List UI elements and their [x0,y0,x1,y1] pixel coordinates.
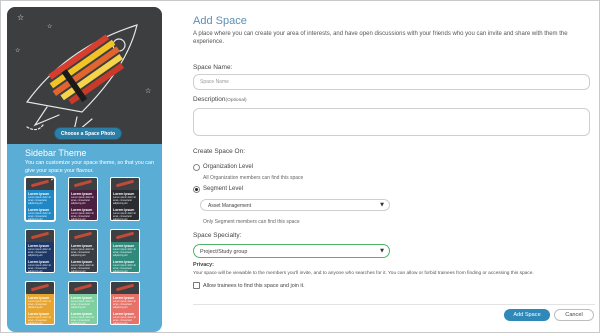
theme-text: Lorem ipsum dolor sit amet, consectetur … [71,196,94,205]
theme-text: Lorem ipsum dolor sit amet, consectetur … [113,248,136,257]
star-icon: ☆ [17,13,25,22]
choose-photo-button[interactable]: Choose a Space Photo [54,127,122,140]
segment-level-radio[interactable] [193,186,200,193]
specialty-select-value: Project/Study group [200,249,248,255]
theme-text: Lorem ipsum dolor sit amet, consectetur … [28,196,51,205]
allow-trainees-label: Allow trainees to find this space and jo… [203,283,305,289]
theme-preview: Lorem ipsum Lorem ipsum dolor sit amet, c… [69,294,97,325]
theme-thumbnail [111,230,139,242]
chevron-down-icon: ▼ [380,248,384,254]
page-subtitle: A place where you can create your area o… [193,31,568,45]
add-space-button[interactable]: Add Space [504,309,550,321]
org-level-radio[interactable] [193,164,200,171]
theme-preview: Lorem ipsum Lorem ipsum dolor sit amet, c… [26,190,54,221]
segment-select-value: Asset Management [208,203,252,209]
description-textarea[interactable] [193,108,590,136]
add-space-dialog: ☆ ☆ ☆ ☆ Choose a Space Photo Sidebar The… [0,0,600,333]
space-photo: ☆ ☆ ☆ ☆ Choose a Space Photo [7,7,162,144]
theme-preview: Lorem ipsum Lorem ipsum dolor sit amet, c… [69,190,97,221]
description-label: Description(Optional) [193,96,247,103]
theme-thumbnail [69,282,97,294]
theme-option[interactable]: Lorem ipsum Lorem ipsum dolor sit amet, c… [110,229,140,273]
specialty-label: Space Specialty: [193,232,242,239]
star-icon: ☆ [15,47,21,54]
segment-hint: Only Segment members can find this space [203,219,300,225]
theme-option[interactable]: Lorem ipsum Lorem ipsum dolor sit amet, c… [68,281,98,325]
segment-level-label: Segment Level [203,186,244,192]
org-level-label: Organization Level [203,164,254,170]
privacy-label: Privacy: [193,262,214,268]
allow-trainees-checkbox[interactable] [193,282,200,289]
theme-option[interactable]: Lorem ipsum Lorem ipsum dolor sit amet, c… [110,177,140,221]
optional-tag: (Optional) [225,98,247,103]
theme-thumbnail [111,178,139,190]
theme-text: Lorem ipsum dolor sit amet, consectetur … [113,196,136,205]
theme-thumbnail [69,178,97,190]
star-icon: ☆ [47,23,53,30]
page-title: Add Space [193,15,247,27]
space-name-input[interactable] [193,74,590,90]
theme-preview: Lorem ipsum Lorem ipsum dolor sit amet, c… [69,242,97,273]
theme-option[interactable]: Lorem ipsum Lorem ipsum dolor sit amet, c… [25,281,55,325]
sidebar-theme-description: You can customize your space theme, so t… [25,160,154,174]
specialty-select[interactable]: Project/Study group ▼ [193,244,390,258]
theme-preview: Lorem ipsum Lorem ipsum dolor sit amet, c… [111,294,139,325]
theme-preview: Lorem ipsum Lorem ipsum dolor sit amet, c… [26,242,54,273]
theme-option[interactable]: Lorem ipsum Lorem ipsum dolor sit amet, c… [110,281,140,325]
theme-text: Lorem ipsum dolor sit amet, consectetur … [71,264,94,273]
theme-thumbnail [69,230,97,242]
theme-text: Lorem ipsum dolor sit amet, consectetur … [28,300,51,309]
theme-text: Lorem ipsum dolor sit amet, consectetur … [28,264,51,273]
cancel-button[interactable]: Cancel [554,309,594,321]
theme-text: Lorem ipsum dolor sit amet, consectetur … [71,300,94,309]
theme-thumbnail [26,282,54,294]
theme-text: Lorem ipsum dolor sit amet, consectetur … [71,316,94,325]
org-level-hint: All Organization members can find this s… [203,175,304,181]
theme-text: Lorem ipsum dolor sit amet, consectetur … [113,316,136,325]
sidebar-theme-title: Sidebar Theme [25,148,87,158]
check-icon: ✓ [50,178,54,183]
sidebar-panel: ☆ ☆ ☆ ☆ Choose a Space Photo Sidebar The… [7,7,162,332]
theme-text: Lorem ipsum dolor sit amet, consectetur … [28,248,51,257]
theme-preview: Lorem ipsum Lorem ipsum dolor sit amet, c… [111,242,139,273]
description-label-text: Description [193,96,226,103]
theme-option[interactable]: Lorem ipsum Lorem ipsum dolor sit amet, c… [25,229,55,273]
theme-text: Lorem ipsum dolor sit amet, consectetur … [28,316,51,325]
segment-select[interactable]: Asset Management ▼ [200,199,390,211]
create-on-label: Create Space On: [193,148,246,155]
star-icon: ☆ [145,87,152,95]
footer-divider [193,304,595,305]
rocket-pencils-illustration [25,24,138,137]
theme-text: Lorem ipsum dolor sit amet, consectetur … [28,212,51,221]
theme-thumbnail [111,282,139,294]
theme-thumbnail [26,230,54,242]
theme-text: Lorem ipsum dolor sit amet, consectetur … [71,248,94,257]
theme-option[interactable]: Lorem ipsum Lorem ipsum dolor sit amet, c… [68,177,98,221]
theme-text: Lorem ipsum dolor sit amet, consectetur … [71,212,94,221]
space-name-label: Space Name: [193,64,233,71]
theme-option[interactable]: Lorem ipsum Lorem ipsum dolor sit amet, c… [25,177,55,221]
theme-preview: Lorem ipsum Lorem ipsum dolor sit amet, c… [26,294,54,325]
theme-preview: Lorem ipsum Lorem ipsum dolor sit amet, c… [111,190,139,221]
theme-option[interactable]: Lorem ipsum Lorem ipsum dolor sit amet, c… [68,229,98,273]
chevron-down-icon: ▼ [380,202,384,208]
theme-text: Lorem ipsum dolor sit amet, consectetur … [113,212,136,221]
privacy-text: Your space will be viewable to the membe… [193,271,534,276]
theme-text: Lorem ipsum dolor sit amet, consectetur … [113,264,136,273]
theme-text: Lorem ipsum dolor sit amet, consectetur … [113,300,136,309]
